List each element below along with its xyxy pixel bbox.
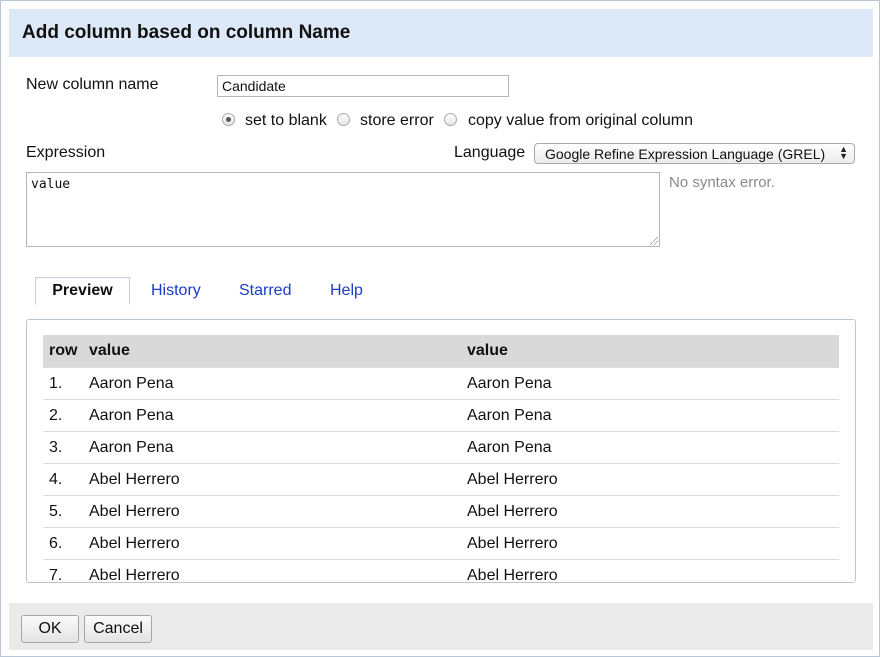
row-result: Abel Herrero [467,503,558,520]
language-select[interactable]: Google Refine Expression Language (GREL)… [534,143,855,164]
language-label: Language [454,144,526,161]
row-number: 4. [49,471,63,488]
header-row: row [49,342,78,359]
row-number: 5. [49,503,63,520]
expression-textarea[interactable]: value [26,172,660,247]
row-number: 3. [49,439,63,456]
radio-store-error[interactable] [337,113,350,126]
row-number: 7. [49,567,63,583]
table-row: 4. Abel Herrero Abel Herrero [43,463,839,495]
table-row: 6. Abel Herrero Abel Herrero [43,527,839,559]
radio-copy-value[interactable] [444,113,457,126]
new-column-name-label: New column name [26,76,159,93]
row-result: Abel Herrero [467,471,558,488]
expression-label: Expression [26,144,106,161]
select-arrows-icon: ▲ ▼ [839,144,848,161]
row-value: Aaron Pena [89,375,174,392]
header-value-original: value [89,342,130,359]
dialog-titlebar[interactable]: Add column based on column Name [9,9,873,57]
tab-starred[interactable]: Starred [239,282,291,310]
row-value: Abel Herrero [89,471,180,488]
row-value: Abel Herrero [89,503,180,520]
tab-help[interactable]: Help [330,282,363,310]
table-row: 1. Aaron Pena Aaron Pena [43,367,839,399]
radio-set-to-blank[interactable] [222,113,235,126]
row-value: Aaron Pena [89,439,174,456]
row-value: Aaron Pena [89,407,174,424]
expression-text: value [31,177,71,192]
add-column-dialog: Add column based on column Name New colu… [0,0,880,657]
radio-copy-value-label[interactable]: copy value from original column [468,112,693,130]
cancel-button[interactable]: Cancel [84,615,152,643]
ok-button[interactable]: OK [21,615,79,643]
new-column-name-input[interactable] [217,75,509,97]
row-number: 6. [49,535,63,552]
preview-table-header: row value value [43,335,839,367]
row-value: Abel Herrero [89,535,180,552]
preview-rows: 1. Aaron Pena Aaron Pena 2. Aaron Pena A… [43,367,839,583]
row-result: Abel Herrero [467,567,558,583]
dialog-footer: OK Cancel [9,603,873,650]
radio-set-to-blank-label[interactable]: set to blank [245,112,327,130]
table-row: 5. Abel Herrero Abel Herrero [43,495,839,527]
tab-preview[interactable]: Preview [35,277,130,305]
row-result: Aaron Pena [467,439,552,456]
row-result: Abel Herrero [467,535,558,552]
preview-panel[interactable]: row value value 1. Aaron Pena Aaron Pena… [26,319,856,583]
header-value-result: value [467,342,508,359]
syntax-status: No syntax error. [669,174,775,191]
radio-store-error-label[interactable]: store error [360,112,434,130]
row-value: Abel Herrero [89,567,180,583]
row-number: 2. [49,407,63,424]
resize-grip-icon[interactable] [650,237,658,245]
dialog-title: Add column based on column Name [22,22,351,43]
tab-history[interactable]: History [151,282,201,310]
table-row: 2. Aaron Pena Aaron Pena [43,399,839,431]
row-number: 1. [49,375,63,392]
language-select-value: Google Refine Expression Language (GREL) [545,146,826,162]
row-result: Aaron Pena [467,375,552,392]
table-row: 3. Aaron Pena Aaron Pena [43,431,839,463]
table-row: 7. Abel Herrero Abel Herrero [43,559,839,583]
row-result: Aaron Pena [467,407,552,424]
